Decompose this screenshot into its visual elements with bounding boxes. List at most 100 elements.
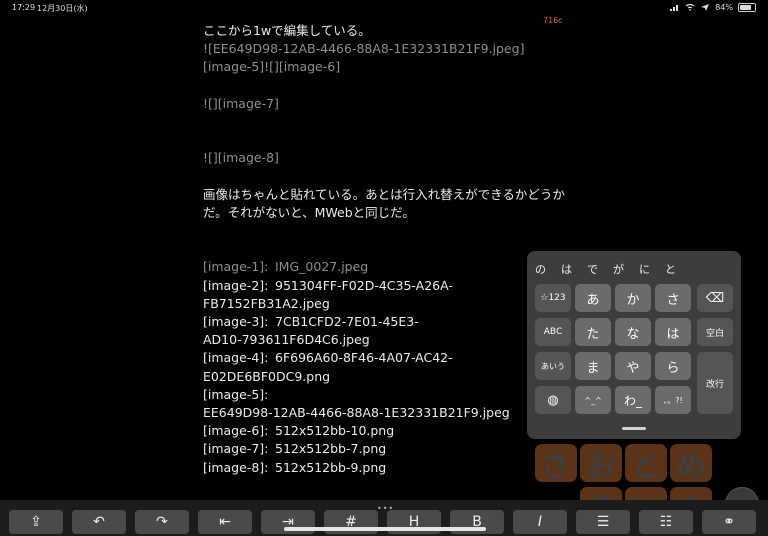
reference-value: 512x512bb-7.png <box>275 441 387 457</box>
battery-icon <box>738 3 756 12</box>
status-bar: 17:29 12月30日(水) 84% <box>0 0 768 16</box>
image-reference: [image-7]: 512x512bb-7.png <box>203 440 523 458</box>
wifi-icon <box>685 4 695 11</box>
italic-icon: I <box>537 514 543 530</box>
sticker-tile: め <box>670 444 712 484</box>
reference-key: [image-3]: <box>203 314 269 329</box>
aiu-key[interactable]: あいう <box>535 352 571 380</box>
image-reference: [image-8]: 512x512bb-9.png <box>203 459 523 477</box>
sticker-tile: と <box>625 444 667 484</box>
battery-percent: 84% <box>715 3 733 12</box>
page-indicator: ••• <box>377 504 395 513</box>
redo-button[interactable]: ↷ <box>135 510 189 534</box>
candidate-word[interactable]: で <box>587 261 598 277</box>
key-wa[interactable]: わ_ <box>615 386 651 414</box>
floating-keyboard: のはでがにと ☆123 あ か さ ⌫ ABC た な は 空白 あいう ま や… <box>527 251 741 439</box>
share-button[interactable]: ⇪ <box>9 510 63 534</box>
enter-key[interactable]: 改行 <box>697 352 733 414</box>
candidate-word[interactable]: が <box>613 261 624 277</box>
reference-continuation: E02DE6BF0DC9.png <box>203 368 331 384</box>
link-icon: ⚭ <box>723 514 735 530</box>
reference-key: [image-7]: <box>203 441 269 457</box>
image-reference: [image-4]: 6F696A60-8F46-4A07-AC42- <box>203 349 523 367</box>
image-reference: [image-2]: 951304FF-F02D-4C35-A26A- <box>203 277 523 295</box>
reference-key: [image-8]: <box>203 459 269 475</box>
candidate-word[interactable]: と <box>665 261 676 277</box>
link-button[interactable]: ⚭ <box>702 510 756 534</box>
reference-value: 7CB1CFD2-7E01-45E3- <box>275 314 419 329</box>
reference-key: [image-6]: <box>203 423 269 439</box>
candidate-word[interactable]: は <box>561 261 572 277</box>
key-a[interactable]: あ <box>575 284 611 312</box>
reference-continuation: FB7152FB31A2.jpeg <box>203 295 330 311</box>
reference-key: [image-5]: <box>203 386 269 402</box>
list-icon: ☰ <box>596 514 610 530</box>
editor-line: ![EE649D98-12AB-4466-88A8-1E32331B21F9.j… <box>203 41 525 57</box>
editor-line: 画像はちゃんと貼れている。あとは行入れ替えができるかどうか <box>203 186 565 202</box>
key-ma[interactable]: ま <box>575 352 611 380</box>
italic-button[interactable]: I <box>513 510 567 534</box>
status-right: 84% <box>670 3 756 12</box>
list-button[interactable]: ☰ <box>576 510 630 534</box>
location-icon <box>701 4 710 11</box>
reference-value: 512x512bb-10.png <box>275 423 395 439</box>
reference-value: 6F696A60-8F46-4A07-AC42- <box>275 350 453 366</box>
reference-continuation: EE649D98-12AB-4466-88A8-1E32331B21F9.jpe… <box>203 404 510 420</box>
globe-key[interactable]: ◍ <box>535 386 571 414</box>
sticker-row-1: さおとめ <box>535 444 712 484</box>
undo-icon: ↶ <box>93 514 105 530</box>
key-ya[interactable]: や <box>615 352 651 380</box>
candidate-word[interactable]: に <box>639 261 650 277</box>
undo-button[interactable]: ↶ <box>72 510 126 534</box>
redo-icon: ↷ <box>156 514 168 530</box>
reference-key: [image-1]: <box>203 259 269 275</box>
key-ha[interactable]: は <box>655 318 691 346</box>
editor-text-area[interactable]: ここから1wで編集している。 ![EE649D98-12AB-4466-88A8-… <box>203 22 565 477</box>
abc-key[interactable]: ABC <box>535 318 571 346</box>
key-ka[interactable]: か <box>615 284 651 312</box>
sticker-tile: お <box>580 444 622 484</box>
status-time: 17:29 <box>12 3 36 12</box>
sticker-tile: さ <box>535 444 577 484</box>
reference-value: 951304FF-F02D-4C35-A26A- <box>275 277 453 293</box>
key-na[interactable]: な <box>615 318 651 346</box>
space-key[interactable]: 空白 <box>697 318 733 346</box>
symbols-key[interactable]: ☆123 <box>535 284 571 312</box>
reference-value: 512x512bb-9.png <box>275 459 387 475</box>
image-reference: [image-3]: 7CB1CFD2-7E01-45E3- <box>203 313 523 331</box>
backspace-key[interactable]: ⌫ <box>697 284 733 312</box>
reference-continuation: AD10-793611F6D4C6.jpeg <box>203 332 370 348</box>
reference-key: [image-4]: <box>203 350 269 366</box>
key-ra[interactable]: ら <box>655 352 691 380</box>
toolbar-scrollbar[interactable] <box>284 527 486 531</box>
cellular-icon <box>670 5 679 11</box>
key-ta[interactable]: た <box>575 318 611 346</box>
editor-line: ここから1wで編集している。 <box>203 23 371 38</box>
editor-line: ![][image-8] <box>203 150 279 166</box>
image-reference: [image-6]: 512x512bb-10.png <box>203 422 523 440</box>
reference-value: IMG_0027.jpeg <box>275 259 369 275</box>
reference-key: [image-2]: <box>203 277 269 293</box>
key-kigo[interactable]: ^_^ <box>575 386 611 414</box>
key-sa[interactable]: さ <box>655 284 691 312</box>
outdent-button[interactable]: ⇤ <box>198 510 252 534</box>
ordered-list-icon: ☷ <box>659 514 673 530</box>
share-icon: ⇪ <box>30 514 42 530</box>
candidate-word[interactable]: の <box>535 261 546 277</box>
key-punctuation[interactable]: 、。?! <box>655 386 691 414</box>
image-reference: [image-5]: <box>203 386 523 404</box>
outdent-icon: ⇤ <box>219 514 231 530</box>
editor-line: だ。それがないと、MWebと同じだ。 <box>203 204 415 220</box>
keyboard-drag-handle[interactable] <box>622 427 646 430</box>
status-date: 12月30日(水) <box>37 4 88 13</box>
ordered-list-button[interactable]: ☷ <box>639 510 693 534</box>
editor-line: ![][image-7] <box>203 95 279 111</box>
character-count: 716c <box>543 16 563 25</box>
candidate-bar: のはでがにと <box>535 261 676 277</box>
